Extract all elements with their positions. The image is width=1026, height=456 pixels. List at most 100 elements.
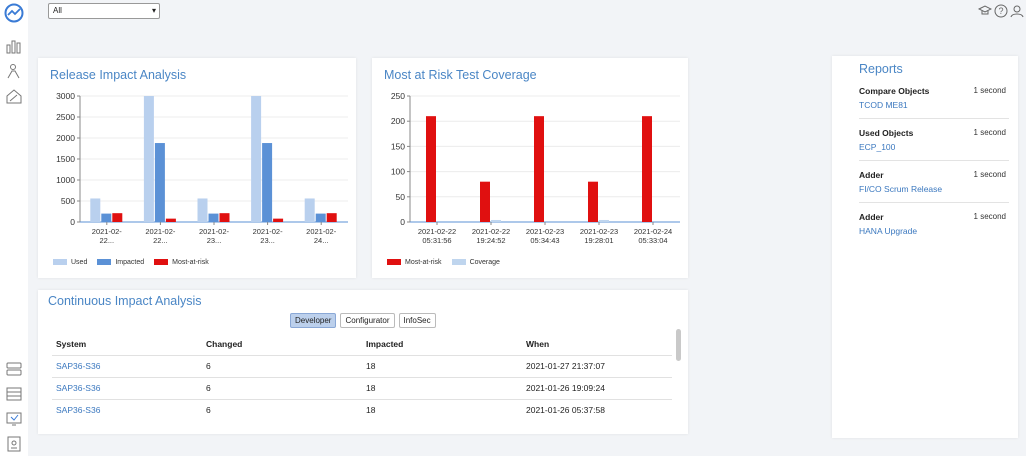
report-link[interactable]: HANA Upgrade xyxy=(859,226,1009,236)
divider xyxy=(859,118,1009,119)
when-cell: 2021-01-27 21:37:07 xyxy=(522,355,672,378)
bar-most-at-risk[interactable] xyxy=(426,116,436,222)
impacted-cell: 18 xyxy=(362,399,522,421)
bar-most-at-risk[interactable] xyxy=(480,181,490,222)
tab-developer[interactable]: Developer xyxy=(290,313,337,328)
document-icon[interactable] xyxy=(6,436,22,452)
x-tick-label: 2021-02-23 xyxy=(526,227,564,236)
bar-coverage[interactable] xyxy=(599,219,609,222)
list-icon[interactable] xyxy=(6,386,22,402)
graduation-cap-icon[interactable] xyxy=(978,4,992,18)
y-tick-label: 3000 xyxy=(56,91,75,101)
column-header-when[interactable]: When xyxy=(522,339,672,356)
y-tick-label: 1000 xyxy=(56,175,75,185)
report-link[interactable]: TCOD ME81 xyxy=(859,100,1009,110)
scope-select-value: All xyxy=(53,6,62,15)
house-chart-icon[interactable] xyxy=(6,88,22,104)
app-logo-icon[interactable] xyxy=(4,3,24,23)
table-row[interactable]: SAP36-S36 6 18 2021-01-26 05:37:58 xyxy=(52,399,672,421)
report-item: Adder 1 second FI/CO Scrum Release xyxy=(859,170,1009,194)
tab-infosec[interactable]: InfoSec xyxy=(398,313,436,328)
column-header-system[interactable]: System xyxy=(52,339,202,356)
bar-chart-icon[interactable] xyxy=(6,38,22,54)
y-tick-label: 250 xyxy=(391,91,405,101)
bar-used[interactable] xyxy=(143,96,154,222)
when-cell: 2021-01-26 05:37:58 xyxy=(522,399,672,421)
x-tick-label: 2021-02- xyxy=(253,227,284,236)
release-impact-legend: Used Impacted Most-at-risk xyxy=(53,259,209,266)
y-tick-label: 100 xyxy=(391,167,405,177)
y-tick-label: 500 xyxy=(61,196,75,206)
x-tick-label: 2021-02-23 xyxy=(580,227,618,236)
when-cell: 2021-01-26 19:09:24 xyxy=(522,377,672,400)
system-cell[interactable]: SAP36-S36 xyxy=(52,399,202,421)
report-item: Used Objects 1 second ECP_100 xyxy=(859,128,1009,152)
bar-most-at-risk[interactable] xyxy=(219,213,230,222)
bar-most-at-risk[interactable] xyxy=(326,213,337,222)
impacted-cell: 18 xyxy=(362,377,522,400)
svg-text:?: ? xyxy=(998,6,1003,16)
bar-used[interactable] xyxy=(90,198,101,222)
x-tick-label: 05:31:56 xyxy=(422,236,451,244)
bar-impacted[interactable] xyxy=(208,213,219,222)
report-item: Compare Objects 1 second TCOD ME81 xyxy=(859,86,1009,110)
bar-most-at-risk[interactable] xyxy=(588,181,598,222)
bar-most-at-risk[interactable] xyxy=(273,218,284,222)
y-tick-label: 0 xyxy=(400,217,405,227)
help-icon[interactable]: ? xyxy=(994,4,1008,18)
x-tick-label: 2021-02- xyxy=(199,227,230,236)
bar-most-at-risk[interactable] xyxy=(165,218,176,222)
divider xyxy=(859,202,1009,203)
bar-used[interactable] xyxy=(304,198,315,222)
release-impact-chart: 3000250020001500100050002021-02-22...202… xyxy=(56,91,348,244)
y-tick-label: 200 xyxy=(391,116,405,126)
report-link[interactable]: ECP_100 xyxy=(859,142,1009,152)
bar-coverage[interactable] xyxy=(491,219,501,222)
bar-used[interactable] xyxy=(197,198,208,222)
report-time: 1 second xyxy=(973,128,1006,137)
monitor-icon[interactable] xyxy=(6,411,22,427)
bar-impacted[interactable] xyxy=(315,213,326,222)
report-time: 1 second xyxy=(973,212,1006,221)
report-link[interactable]: FI/CO Scrum Release xyxy=(859,184,1009,194)
bar-most-at-risk[interactable] xyxy=(642,116,652,222)
table-row[interactable]: SAP36-S36 6 18 2021-01-27 21:37:07 xyxy=(52,355,672,378)
sidebar xyxy=(0,0,28,456)
tab-configurator[interactable]: Configurator xyxy=(340,313,395,328)
reports-title: Reports xyxy=(859,62,903,76)
legend-impacted[interactable]: Impacted xyxy=(97,259,144,266)
column-header-changed[interactable]: Changed xyxy=(202,339,362,356)
legend-most-at-risk[interactable]: Most-at-risk xyxy=(154,259,209,266)
system-cell[interactable]: SAP36-S36 xyxy=(52,377,202,400)
release-impact-title: Release Impact Analysis xyxy=(50,68,187,82)
system-cell[interactable]: SAP36-S36 xyxy=(52,355,202,378)
legend-coverage[interactable]: Coverage xyxy=(451,259,500,266)
impact-table: System Changed Impacted When SAP36-S36 6… xyxy=(52,339,672,421)
user-icon[interactable] xyxy=(1010,4,1024,18)
bar-impacted[interactable] xyxy=(262,143,273,222)
person-chart-icon[interactable] xyxy=(6,63,22,79)
bar-most-at-risk[interactable] xyxy=(534,116,544,222)
risk-coverage-title: Most at Risk Test Coverage xyxy=(384,68,537,82)
legend-most-at-risk[interactable]: Most-at-risk xyxy=(387,259,442,266)
x-tick-label: 23... xyxy=(260,236,275,244)
x-tick-label: 2021-02- xyxy=(92,227,123,236)
x-tick-label: 2021-02- xyxy=(145,227,176,236)
column-header-impacted[interactable]: Impacted xyxy=(362,339,522,356)
impacted-cell: 18 xyxy=(362,355,522,378)
stack-icon[interactable] xyxy=(6,361,22,377)
top-toolbar: ? xyxy=(978,4,1024,18)
table-row[interactable]: SAP36-S36 6 18 2021-01-26 19:09:24 xyxy=(52,377,672,400)
legend-used[interactable]: Used xyxy=(53,259,87,266)
scope-select[interactable]: All ▾ xyxy=(48,3,160,19)
report-item: Adder 1 second HANA Upgrade xyxy=(859,212,1009,236)
bar-impacted[interactable] xyxy=(154,143,165,222)
scrollbar-thumb[interactable] xyxy=(676,329,681,361)
changed-cell: 6 xyxy=(202,377,362,400)
x-tick-label: 2021-02-22 xyxy=(418,227,456,236)
bar-impacted[interactable] xyxy=(101,213,112,222)
x-tick-label: 22... xyxy=(153,236,168,244)
bar-used[interactable] xyxy=(251,96,262,222)
x-tick-label: 24... xyxy=(314,236,329,244)
bar-most-at-risk[interactable] xyxy=(112,213,123,222)
